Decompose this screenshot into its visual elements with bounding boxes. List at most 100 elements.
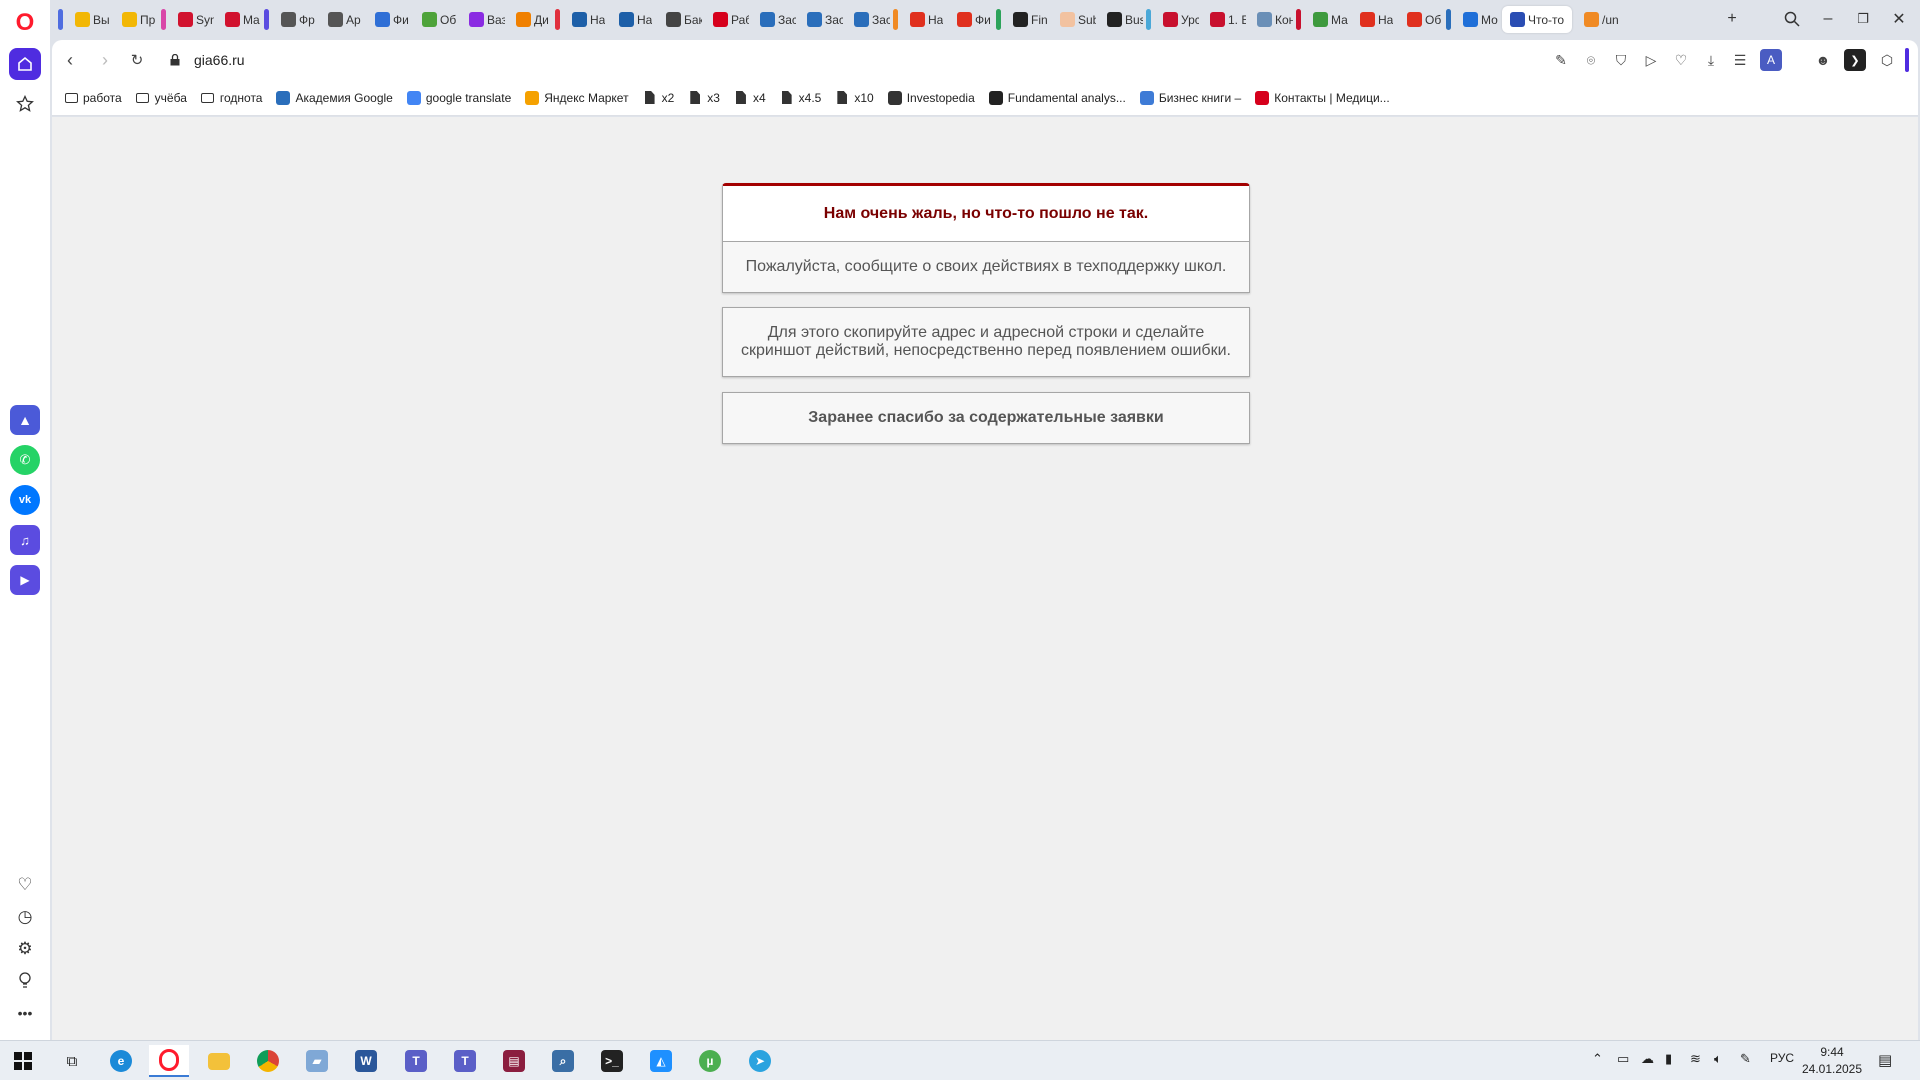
extensions-cube-icon[interactable]: ⬡ [1876,49,1898,71]
taskbar-terminal[interactable]: >_ [592,1045,632,1077]
tab[interactable]: Вы [67,6,111,33]
bookmark-item[interactable]: годнота [201,91,262,105]
tab[interactable]: Ма [1305,6,1349,33]
whatsapp-icon[interactable]: ✆ [10,445,40,475]
easy-setup-icon[interactable]: ☰ [1729,49,1751,71]
lock-icon[interactable] [164,49,186,71]
tab[interactable]: На [1352,6,1396,33]
taskbar-teams[interactable]: T [396,1045,436,1077]
taskbar-opera[interactable] [149,1045,189,1077]
tab[interactable]: Раб [705,6,749,33]
new-tab-button[interactable]: + [1717,7,1747,31]
music-player-icon[interactable]: ♫ [10,525,40,555]
opera-logo-icon[interactable]: O [11,7,39,39]
tab-active[interactable]: Что-то [1502,6,1572,33]
taskbar-search-tool[interactable]: ⌕ [543,1045,583,1077]
taskbar-explorer[interactable] [199,1045,239,1077]
tray-pen-icon[interactable]: ✎ [1740,1051,1751,1067]
bookmark-item[interactable]: x3 [688,91,720,105]
taskbar-edge[interactable]: e [101,1045,141,1077]
tab[interactable]: Урс [1155,6,1199,33]
tab-group-indicator[interactable] [1146,9,1151,30]
camera-icon[interactable]: ⌾ [1580,49,1602,71]
tab[interactable]: Ди [508,6,552,33]
tab[interactable]: Мо [1455,6,1499,33]
close-window-button[interactable]: ✕ [1884,7,1914,31]
bookmark-item[interactable]: x10 [835,91,874,105]
taskbar-telegram[interactable]: ➤ [740,1045,780,1077]
tab-group-indicator[interactable] [893,9,898,30]
tab[interactable]: Sub [1052,6,1096,33]
aria-ai-icon[interactable]: ▲ [10,405,40,435]
tab[interactable]: Зас [846,6,890,33]
bookmark-item[interactable]: Яндекс Маркет [525,90,629,105]
tab-group-indicator[interactable] [58,9,63,30]
tab-group-indicator[interactable] [264,9,269,30]
taskbar-teams-2[interactable]: T [445,1045,485,1077]
bookmark-item[interactable]: Академия Google [276,90,393,105]
tab[interactable]: Bus [1099,6,1143,33]
taskbar-paint[interactable]: ▰ [297,1045,337,1077]
taskbar-photos[interactable]: ◭ [641,1045,681,1077]
tray-battery-icon[interactable]: ▮ [1665,1051,1672,1067]
tab-group-indicator[interactable] [161,9,166,30]
tray-chevron-up-icon[interactable]: ⌃ [1592,1051,1603,1067]
windows-start-button[interactable] [3,1045,43,1077]
tab[interactable]: Фи [367,6,411,33]
player-icon[interactable]: ▶ [10,565,40,595]
tray-device-icon[interactable]: ▭ [1617,1051,1629,1067]
lightbulb-icon[interactable] [10,966,40,996]
url-field[interactable]: gia66.ru [194,52,245,68]
minimize-button[interactable]: – [1813,7,1843,31]
tab[interactable]: Зас [752,6,796,33]
tab[interactable]: Ma [217,6,261,33]
bookmark-item[interactable]: google translate [406,90,511,105]
tab[interactable]: /un [1576,6,1620,33]
profile-avatar[interactable]: A [1760,49,1782,71]
heart-icon[interactable]: ♡ [10,870,40,900]
tab[interactable]: Об [1399,6,1443,33]
taskbar-winrar[interactable]: ▤ [494,1045,534,1077]
tab[interactable]: Syn [170,6,214,33]
tab[interactable]: На [902,6,946,33]
taskbar-word[interactable]: W [346,1045,386,1077]
bookmark-item[interactable]: x4.5 [780,91,821,105]
shield-icon[interactable]: ⛉ [1610,49,1632,71]
edit-icon[interactable]: ✎ [1550,49,1572,71]
tab-group-indicator[interactable] [996,9,1001,30]
bookmark-item[interactable]: Контакты | Медици... [1255,90,1390,105]
tray-cloud-icon[interactable]: ☁ [1641,1051,1654,1067]
tab[interactable]: Фр [273,6,317,33]
tab[interactable]: Fin [1005,6,1049,33]
tab[interactable]: На [564,6,608,33]
tab-group-indicator[interactable] [1446,9,1451,30]
tab[interactable]: 1. Е [1202,6,1246,33]
taskbar-chrome[interactable] [248,1045,288,1077]
tab[interactable]: Пр [114,6,158,33]
taskbar-clock[interactable]: 9:44 24.01.2025 [1800,1044,1864,1078]
restore-button[interactable]: ❐ [1848,7,1878,31]
tab-group-indicator[interactable] [555,9,560,30]
taskbar-utorrent[interactable]: µ [690,1045,730,1077]
send-icon[interactable]: ▷ [1640,49,1662,71]
download-icon[interactable]: ⤓ [1700,49,1722,71]
bookmark-item[interactable]: учёба [136,91,187,105]
bookmark-item[interactable]: Fundamental analys... [988,90,1126,105]
extension-user-icon[interactable]: ☻ [1812,49,1834,71]
tab[interactable]: Фи [949,6,993,33]
tab-search-button[interactable] [1777,7,1807,31]
task-view-button[interactable]: ⧉ [52,1045,92,1077]
reload-button[interactable]: ↻ [126,49,148,71]
notifications-icon[interactable]: ▤ [1878,1051,1892,1069]
tab[interactable]: Ваз [461,6,505,33]
tab[interactable]: Зас [799,6,843,33]
tray-language[interactable]: РУС [1770,1051,1794,1065]
tab[interactable]: Ар [320,6,364,33]
tray-volume-icon[interactable]: 🔈︎ [1714,1051,1722,1067]
bookmark-item[interactable]: работа [64,91,122,105]
bookmark-item[interactable]: Бизнес книги – [1139,90,1241,105]
bookmark-item[interactable]: x4 [734,91,766,105]
tab[interactable]: Кон [1249,6,1293,33]
tab[interactable]: На [611,6,655,33]
extension-terminal-icon[interactable]: ❯ [1844,49,1866,71]
